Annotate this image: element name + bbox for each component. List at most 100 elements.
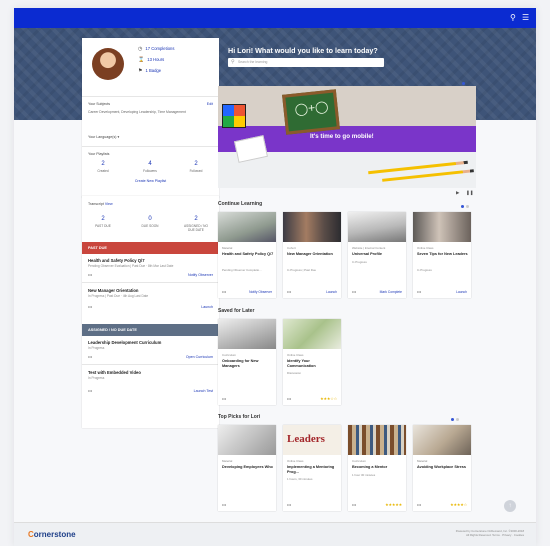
course-duration: 1 hours, 30 minutes	[287, 477, 313, 481]
assigned-item-title[interactable]: Leadership Development Curriculum	[88, 340, 161, 345]
course-type: Cohort	[287, 246, 296, 250]
more-options-icon[interactable]: •••	[88, 388, 92, 393]
course-card[interactable]: Cohort New Manager Orientation In Progre…	[283, 212, 341, 298]
course-title: New Manager Orientation	[287, 252, 333, 256]
hours-link[interactable]: ⌛ 13 Hours	[138, 57, 164, 63]
chevron-down-icon: ▾	[117, 135, 120, 139]
subjects-edit-link[interactable]: Edit	[207, 102, 213, 106]
past-due-item-title[interactable]: Health and Safety Policy Q/7	[88, 258, 145, 263]
course-type: Online Class	[417, 246, 434, 250]
launch-test-button[interactable]: Launch Test	[194, 389, 213, 393]
carousel-indicator[interactable]	[466, 205, 469, 208]
playlist-followers-label: Followers	[143, 169, 157, 173]
launch-button[interactable]: Launch	[326, 290, 337, 294]
course-title: Seven Tips for New Leaders	[417, 252, 468, 256]
promo-banner[interactable]: ◯+◯ It's time to go mobile!	[218, 86, 476, 188]
more-options-icon[interactable]: •••	[287, 396, 291, 401]
carousel-indicator[interactable]	[456, 418, 459, 421]
playlist-followers-count[interactable]: 4	[135, 161, 165, 167]
course-card[interactable]: Material Health and Safety Policy Q/7 Pe…	[218, 212, 276, 298]
more-options-icon[interactable]: •••	[287, 502, 291, 507]
completions-link[interactable]: ◷ 17 Completions	[138, 46, 174, 52]
scroll-to-top-button[interactable]: ↑	[504, 500, 516, 512]
divider	[82, 282, 219, 283]
hamburger-menu-icon[interactable]: ☰	[522, 13, 529, 23]
past-due-item-status: In Progress | Past Due · 4th Aug Last Da…	[88, 294, 149, 298]
launch-button[interactable]: Launch	[201, 305, 213, 309]
course-title: Universal Profile	[352, 252, 382, 256]
due-soon-count[interactable]: 0	[135, 216, 165, 222]
notify-observer-button[interactable]: Notify Observer	[188, 273, 213, 277]
page: ⚲ ☰ Hi Lori! What would you like to lear…	[14, 8, 536, 546]
cornerstone-logo[interactable]: Cornerstone	[28, 530, 76, 539]
language-dropdown[interactable]: Your Language(s) ▾	[88, 135, 119, 139]
course-card[interactable]: Online Class Seven Tips for New Leaders …	[413, 212, 471, 298]
assigned-count[interactable]: 2	[181, 216, 211, 222]
footer-legal: Powered by Cornerstone OnDemand, Inc. ©2…	[456, 529, 524, 537]
avatar[interactable]	[92, 48, 124, 80]
course-card[interactable]: Curriculum Onboarding for New Managers •…	[218, 319, 276, 405]
more-options-icon[interactable]: •••	[88, 354, 92, 359]
global-search-input[interactable]: ⚲ Search the learning	[228, 58, 384, 67]
mark-complete-button[interactable]: Mark Complete	[380, 290, 402, 294]
course-title: Identify Your Communication	[287, 359, 316, 368]
playlist-created-label: Created	[97, 169, 109, 173]
past-due-item-status: Pending Observer Evaluation | Past Due ·…	[88, 264, 174, 268]
playlist-created-count[interactable]: 2	[88, 161, 118, 167]
playlist-followed-label: Followed	[189, 169, 203, 173]
open-curriculum-button[interactable]: Open Curriculum	[186, 355, 213, 359]
course-type: Curriculum	[352, 459, 366, 463]
course-type: Online Class	[287, 353, 304, 357]
playlist-followed-count[interactable]: 2	[181, 161, 211, 167]
rating-stars: ★★★★★	[385, 502, 402, 507]
carousel-indicator[interactable]	[461, 205, 464, 208]
course-card[interactable]: Online Class Identify Your Communication…	[283, 319, 341, 405]
assigned-section-header: ASSIGNED / NO DUE DATE	[82, 324, 219, 336]
notify-observer-button[interactable]: Notify Observer	[249, 290, 272, 294]
legal-links[interactable]: All Rights Reserved. Terms · Privacy · C…	[456, 533, 524, 537]
course-title: Avoiding Workplace Stress	[417, 465, 466, 469]
course-card[interactable]: Material Developing Employees Who •••	[218, 425, 276, 511]
assigned-item-title[interactable]: Test with Embedded Video	[88, 370, 141, 375]
carousel-indicator[interactable]	[462, 82, 465, 85]
divider	[82, 364, 219, 365]
course-type: Online Class	[287, 459, 304, 463]
course-card[interactable]: Curriculum Becoming a Mentor 1 hour 30 m…	[348, 425, 406, 511]
course-thumbnail	[413, 425, 471, 455]
course-thumbnail: Leaders	[283, 425, 341, 455]
play-icon[interactable]: ▶	[456, 190, 459, 196]
more-options-icon[interactable]: •••	[222, 396, 226, 401]
more-options-icon[interactable]: •••	[417, 289, 421, 294]
carousel-indicator[interactable]	[451, 418, 454, 421]
more-options-icon[interactable]: •••	[417, 502, 421, 507]
more-options-icon[interactable]: •••	[352, 502, 356, 507]
hourglass-icon: ⌛	[138, 57, 145, 63]
pause-icon[interactable]: ❚❚	[466, 190, 474, 196]
badges-link[interactable]: ⚑ 1 Badge	[138, 68, 161, 74]
more-options-icon[interactable]: •••	[352, 289, 356, 294]
course-card[interactable]: Leaders Online Class Implementing a Ment…	[283, 425, 341, 511]
course-duration: 1 hour 30 minutes	[352, 473, 376, 477]
transcript-view-link[interactable]: View	[105, 202, 113, 206]
course-thumbnail	[218, 319, 276, 349]
more-options-icon[interactable]: •••	[88, 272, 92, 277]
divider	[82, 96, 219, 97]
leaders-image-text: Leaders	[287, 433, 325, 445]
course-type: Material	[417, 459, 428, 463]
course-thumbnail	[218, 212, 276, 242]
more-options-icon[interactable]: •••	[88, 304, 92, 309]
past-due-count[interactable]: 2	[88, 216, 118, 222]
course-card[interactable]: Website | Internal Content Universal Pro…	[348, 212, 406, 298]
course-card[interactable]: Material Avoiding Workplace Stress ••• ★…	[413, 425, 471, 511]
more-options-icon[interactable]: •••	[222, 502, 226, 507]
search-icon[interactable]: ⚲	[510, 13, 516, 23]
past-due-item-title[interactable]: New Manager Orientation	[88, 288, 139, 293]
more-options-icon[interactable]: •••	[222, 289, 226, 294]
course-type: Material	[222, 246, 233, 250]
saved-for-later-title: Saved for Later	[218, 308, 255, 314]
course-thumbnail	[283, 212, 341, 242]
launch-button[interactable]: Launch	[456, 290, 467, 294]
search-placeholder: Search the learning	[238, 60, 268, 64]
more-options-icon[interactable]: •••	[287, 289, 291, 294]
create-playlist-link[interactable]: Create New Playlist	[82, 179, 219, 183]
